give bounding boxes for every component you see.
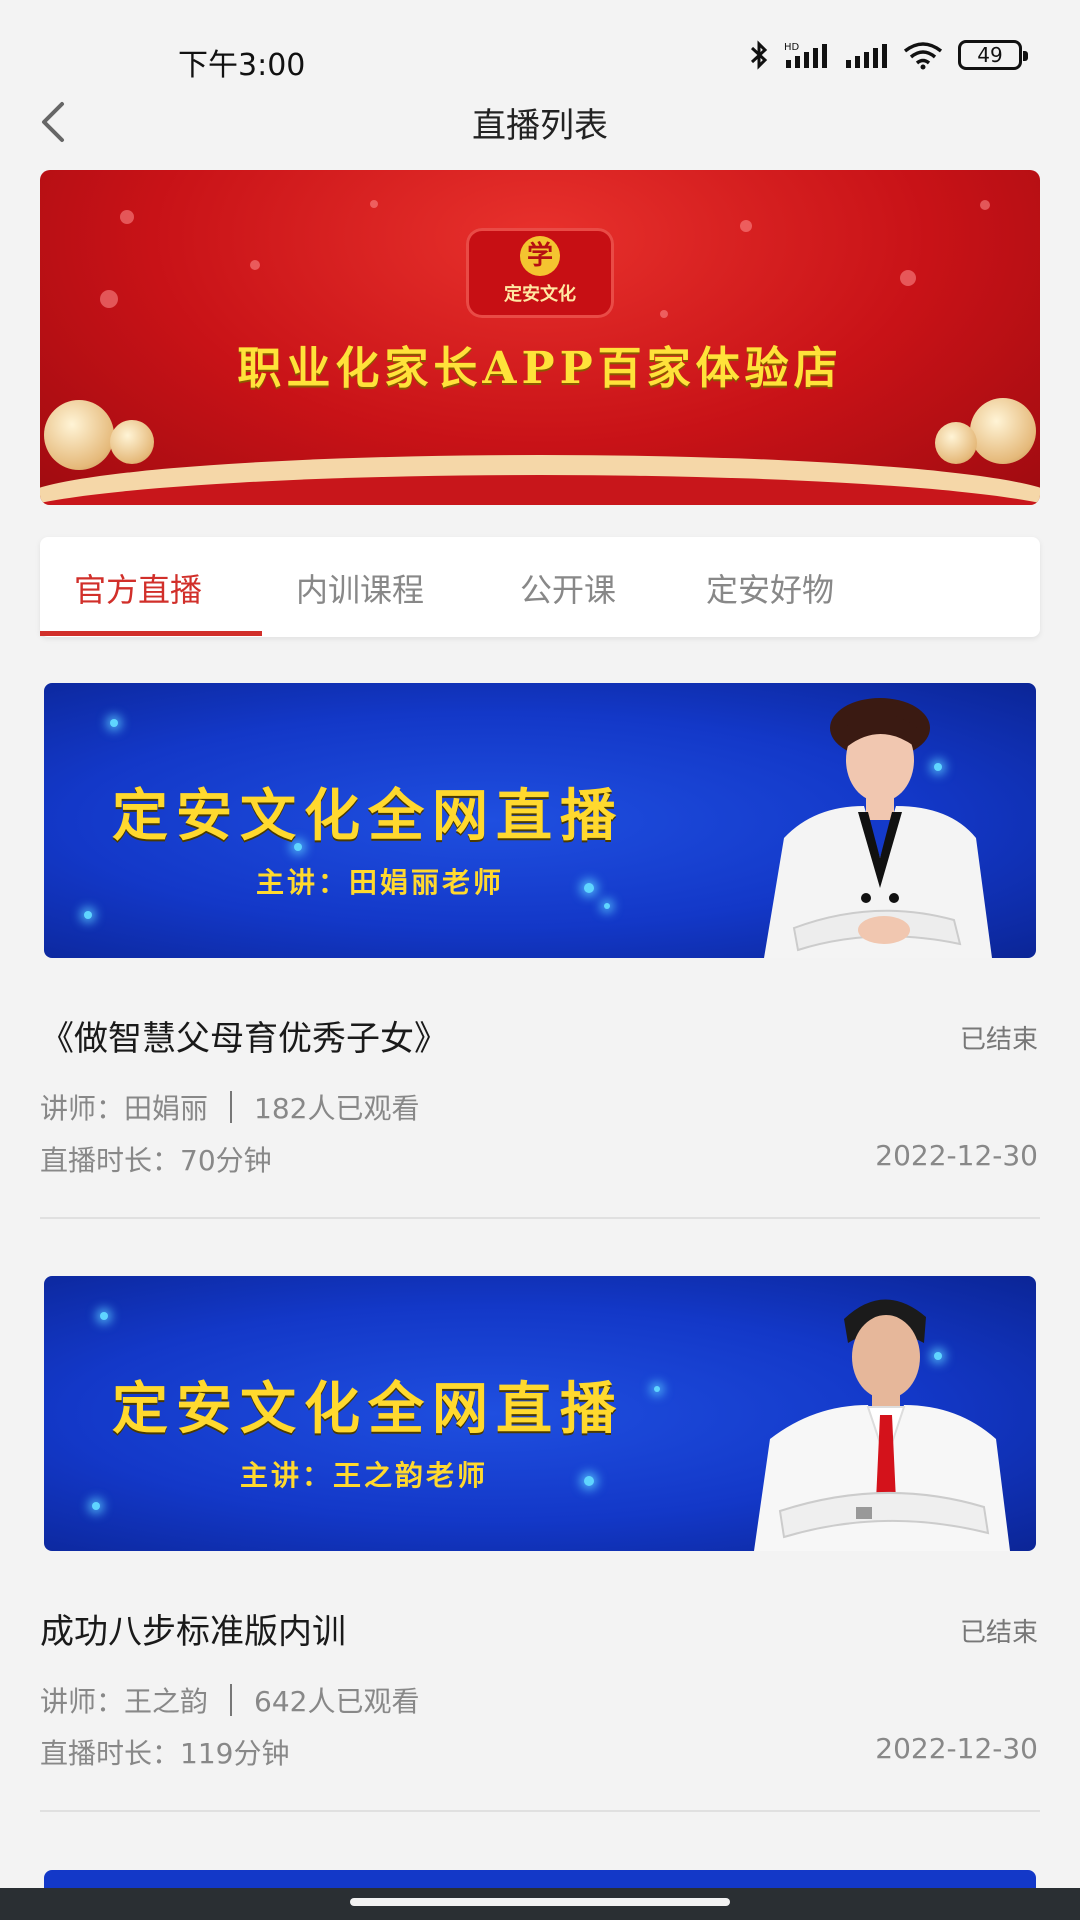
live-duration: 直播时长：119分钟: [40, 1737, 290, 1770]
divider: [40, 1810, 1040, 1812]
cover-speaker: 主讲：王之韵老师: [240, 1459, 489, 1492]
sparkle: [660, 310, 668, 318]
tab-official-live[interactable]: 官方直播: [74, 565, 202, 611]
star: [584, 883, 594, 893]
speaker-photo: [754, 1299, 1010, 1551]
view-count: 182人已观看: [254, 1092, 420, 1125]
view-count: 642人已观看: [254, 1685, 420, 1718]
logo-text: 定安文化: [504, 284, 576, 305]
active-tab-indicator: [40, 631, 262, 636]
cover-speaker: 主讲：田娟丽老师: [256, 866, 505, 899]
divider: [230, 1091, 233, 1123]
sparkle: [900, 270, 916, 286]
sparkle: [120, 210, 134, 224]
tab-goods[interactable]: 定安好物: [706, 565, 834, 611]
banner-headline: 职业化家长APP百家体验店: [237, 343, 843, 394]
tab-internal-courses[interactable]: 内训课程: [296, 565, 424, 611]
wifi-icon: [903, 42, 943, 70]
signal-icon: [846, 44, 887, 68]
drum-icon: [44, 400, 114, 470]
laurel-icon: 学: [520, 236, 560, 276]
divider: [40, 1217, 1040, 1219]
sparkle: [980, 200, 990, 210]
live-date: 2022-12-30: [875, 1732, 1038, 1765]
live-date: 2022-12-30: [875, 1139, 1038, 1172]
star: [584, 1476, 594, 1486]
star: [604, 903, 610, 909]
brand-logo: 学 定安文化: [466, 228, 614, 318]
sparkle: [250, 260, 260, 270]
live-cover[interactable]: 定安文化全网直播 主讲：王之韵老师: [44, 1276, 1036, 1551]
nav-header: 直播列表: [0, 88, 1080, 168]
drum-icon: [935, 422, 977, 464]
live-cover[interactable]: 定安文化全网直播 主讲：田娟丽老师: [44, 683, 1036, 958]
status-badge: 已结束: [959, 1025, 1038, 1055]
drum-icon: [970, 398, 1036, 464]
star: [84, 911, 92, 919]
lecturer-name: 讲师：田娟丽: [40, 1092, 209, 1125]
speaker-photo: [764, 698, 992, 958]
course-meta: 讲师：王之韵 642人已观看: [40, 1680, 419, 1720]
page-title: 直播列表: [472, 106, 608, 146]
cover-title: 定安文化全网直播: [112, 783, 624, 849]
divider: [230, 1684, 233, 1716]
tab-public-courses[interactable]: 公开课: [520, 565, 616, 611]
course-title[interactable]: 成功八步标准版内训: [40, 1604, 346, 1653]
lecturer-name: 讲师：王之韵: [40, 1685, 209, 1718]
cover-title: 定安文化全网直播: [112, 1376, 624, 1442]
live-duration: 直播时长：70分钟: [40, 1144, 272, 1177]
status-icons: HD 49: [748, 40, 1028, 70]
star: [92, 1502, 100, 1510]
sparkle: [740, 220, 752, 232]
status-time: 下午3:00: [178, 48, 306, 83]
svg-text:HD: HD: [784, 42, 800, 53]
sparkle: [370, 200, 378, 208]
system-nav-bar: [0, 1888, 1080, 1920]
course-meta: 讲师：田娟丽 182人已观看: [40, 1087, 419, 1127]
home-indicator[interactable]: [350, 1898, 730, 1906]
signal-hd-icon: HD: [784, 42, 827, 68]
status-badge: 已结束: [959, 1618, 1038, 1648]
star: [110, 719, 118, 727]
star: [654, 1386, 660, 1392]
bluetooth-icon: [750, 40, 768, 70]
battery-icon: 49: [958, 40, 1028, 70]
drum-icon: [110, 420, 154, 464]
course-title[interactable]: 《做智慧父母育优秀子女》: [40, 1011, 448, 1060]
sparkle: [100, 290, 118, 308]
promo-banner[interactable]: 学 定安文化 职业化家长APP百家体验店: [40, 170, 1040, 505]
star: [100, 1312, 108, 1320]
category-tabs: 官方直播 内训课程 公开课 定安好物: [40, 537, 1040, 637]
